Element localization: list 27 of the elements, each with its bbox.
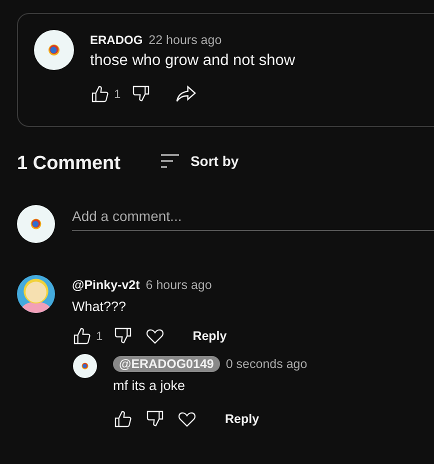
avatar-icon — [73, 354, 97, 378]
thumbs-up-icon[interactable] — [90, 84, 110, 104]
avatar-icon — [17, 205, 55, 243]
comment-author: ERADOG — [90, 33, 143, 47]
thumbs-up-icon[interactable] — [72, 326, 92, 346]
sort-icon — [160, 153, 180, 169]
comment-time: 6 hours ago — [146, 278, 212, 292]
comment-input-field[interactable]: Add a comment... — [72, 206, 434, 230]
sort-button[interactable]: Sort by — [160, 153, 239, 169]
like-count: 1 — [114, 87, 121, 101]
avatar-icon — [34, 30, 74, 70]
comment-text: What??? — [72, 299, 128, 314]
comment-time: 22 hours ago — [148, 33, 222, 47]
reply-button[interactable]: Reply — [192, 329, 227, 343]
comment-count: 1 Comment — [17, 153, 120, 175]
avatar-icon — [17, 275, 55, 313]
thumbs-down-icon[interactable] — [130, 84, 151, 104]
share-icon[interactable] — [174, 84, 197, 104]
reply-button[interactable]: Reply — [225, 412, 260, 426]
thumbs-down-icon[interactable] — [145, 409, 165, 429]
comment-text: mf its a joke — [113, 378, 186, 393]
thumbs-down-icon[interactable] — [112, 326, 133, 346]
thumbs-up-icon[interactable] — [113, 409, 133, 429]
comment-author[interactable]: @Pinky-v2t — [72, 278, 140, 292]
like-count: 1 — [96, 329, 103, 343]
comment-text: those who grow and not show — [90, 52, 296, 70]
comment-time: 0 seconds ago — [226, 357, 308, 371]
